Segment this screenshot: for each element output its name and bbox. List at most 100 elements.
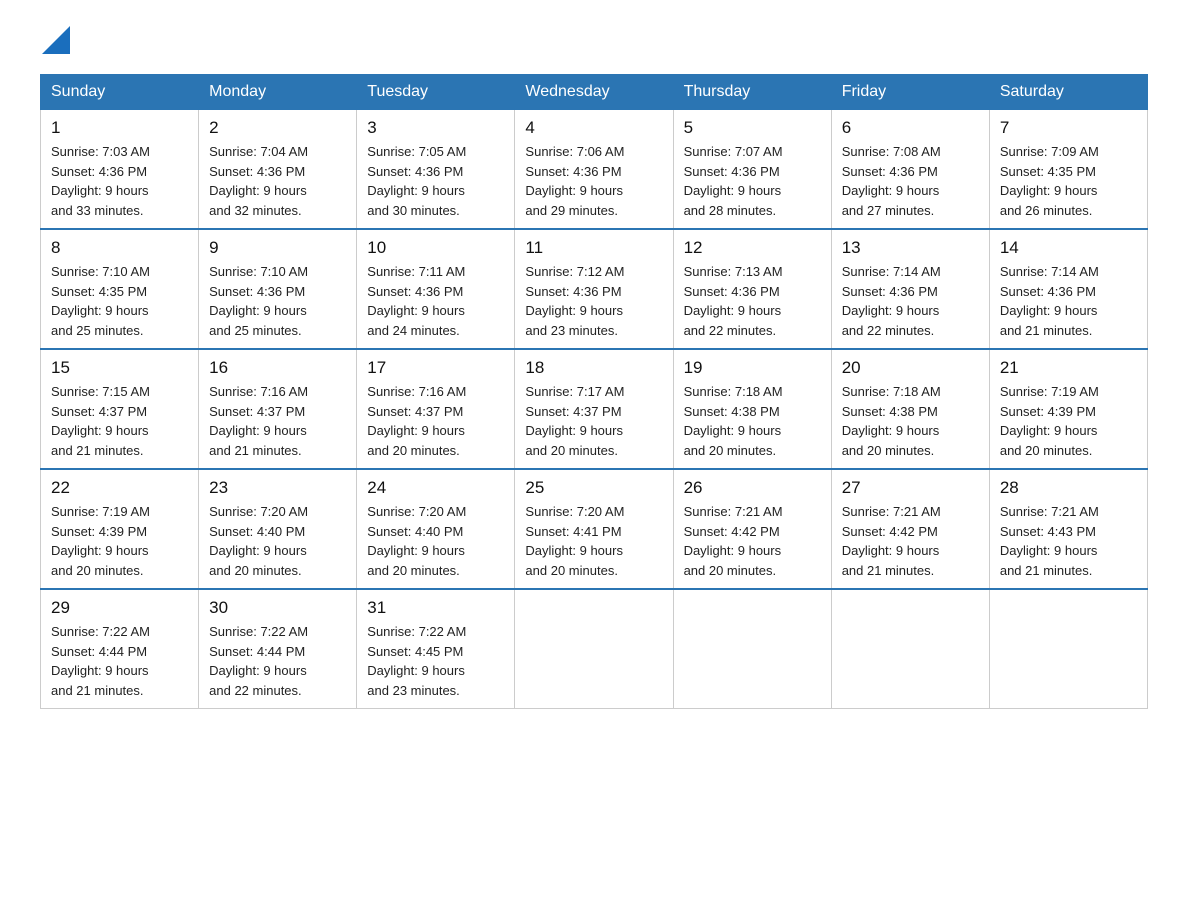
calendar-cell: 29 Sunrise: 7:22 AMSunset: 4:44 PMDaylig… bbox=[41, 589, 199, 709]
calendar-week-row: 15 Sunrise: 7:15 AMSunset: 4:37 PMDaylig… bbox=[41, 349, 1148, 469]
calendar-cell: 13 Sunrise: 7:14 AMSunset: 4:36 PMDaylig… bbox=[831, 229, 989, 349]
calendar-cell: 27 Sunrise: 7:21 AMSunset: 4:42 PMDaylig… bbox=[831, 469, 989, 589]
day-info: Sunrise: 7:11 AMSunset: 4:36 PMDaylight:… bbox=[367, 264, 465, 338]
calendar-cell: 11 Sunrise: 7:12 AMSunset: 4:36 PMDaylig… bbox=[515, 229, 673, 349]
calendar-cell bbox=[673, 589, 831, 709]
calendar-cell bbox=[515, 589, 673, 709]
calendar-cell: 22 Sunrise: 7:19 AMSunset: 4:39 PMDaylig… bbox=[41, 469, 199, 589]
calendar-cell: 16 Sunrise: 7:16 AMSunset: 4:37 PMDaylig… bbox=[199, 349, 357, 469]
day-info: Sunrise: 7:22 AMSunset: 4:44 PMDaylight:… bbox=[51, 624, 150, 698]
day-number: 16 bbox=[209, 358, 346, 378]
day-info: Sunrise: 7:13 AMSunset: 4:36 PMDaylight:… bbox=[684, 264, 783, 338]
day-number: 18 bbox=[525, 358, 662, 378]
column-header-tuesday: Tuesday bbox=[357, 75, 515, 110]
day-number: 11 bbox=[525, 238, 662, 258]
calendar-cell: 14 Sunrise: 7:14 AMSunset: 4:36 PMDaylig… bbox=[989, 229, 1147, 349]
day-number: 14 bbox=[1000, 238, 1137, 258]
calendar-cell bbox=[831, 589, 989, 709]
column-header-saturday: Saturday bbox=[989, 75, 1147, 110]
calendar-cell bbox=[989, 589, 1147, 709]
day-info: Sunrise: 7:09 AMSunset: 4:35 PMDaylight:… bbox=[1000, 144, 1099, 218]
day-number: 25 bbox=[525, 478, 662, 498]
day-info: Sunrise: 7:06 AMSunset: 4:36 PMDaylight:… bbox=[525, 144, 624, 218]
calendar-cell: 18 Sunrise: 7:17 AMSunset: 4:37 PMDaylig… bbox=[515, 349, 673, 469]
day-info: Sunrise: 7:05 AMSunset: 4:36 PMDaylight:… bbox=[367, 144, 466, 218]
day-number: 29 bbox=[51, 598, 188, 618]
column-header-sunday: Sunday bbox=[41, 75, 199, 110]
logo bbox=[40, 30, 70, 54]
calendar-cell: 23 Sunrise: 7:20 AMSunset: 4:40 PMDaylig… bbox=[199, 469, 357, 589]
day-info: Sunrise: 7:21 AMSunset: 4:43 PMDaylight:… bbox=[1000, 504, 1099, 578]
day-info: Sunrise: 7:03 AMSunset: 4:36 PMDaylight:… bbox=[51, 144, 150, 218]
calendar-cell: 28 Sunrise: 7:21 AMSunset: 4:43 PMDaylig… bbox=[989, 469, 1147, 589]
day-number: 22 bbox=[51, 478, 188, 498]
day-info: Sunrise: 7:04 AMSunset: 4:36 PMDaylight:… bbox=[209, 144, 308, 218]
calendar-cell: 10 Sunrise: 7:11 AMSunset: 4:36 PMDaylig… bbox=[357, 229, 515, 349]
day-info: Sunrise: 7:21 AMSunset: 4:42 PMDaylight:… bbox=[684, 504, 783, 578]
day-info: Sunrise: 7:20 AMSunset: 4:40 PMDaylight:… bbox=[209, 504, 308, 578]
calendar-cell: 3 Sunrise: 7:05 AMSunset: 4:36 PMDayligh… bbox=[357, 110, 515, 230]
day-number: 31 bbox=[367, 598, 504, 618]
day-number: 2 bbox=[209, 118, 346, 138]
calendar-cell: 30 Sunrise: 7:22 AMSunset: 4:44 PMDaylig… bbox=[199, 589, 357, 709]
calendar-cell: 25 Sunrise: 7:20 AMSunset: 4:41 PMDaylig… bbox=[515, 469, 673, 589]
calendar-cell: 2 Sunrise: 7:04 AMSunset: 4:36 PMDayligh… bbox=[199, 110, 357, 230]
day-number: 15 bbox=[51, 358, 188, 378]
day-number: 23 bbox=[209, 478, 346, 498]
calendar-cell: 8 Sunrise: 7:10 AMSunset: 4:35 PMDayligh… bbox=[41, 229, 199, 349]
calendar-header-row: SundayMondayTuesdayWednesdayThursdayFrid… bbox=[41, 75, 1148, 110]
calendar-cell: 19 Sunrise: 7:18 AMSunset: 4:38 PMDaylig… bbox=[673, 349, 831, 469]
day-number: 17 bbox=[367, 358, 504, 378]
day-number: 12 bbox=[684, 238, 821, 258]
day-info: Sunrise: 7:07 AMSunset: 4:36 PMDaylight:… bbox=[684, 144, 783, 218]
day-number: 19 bbox=[684, 358, 821, 378]
day-number: 9 bbox=[209, 238, 346, 258]
day-info: Sunrise: 7:20 AMSunset: 4:40 PMDaylight:… bbox=[367, 504, 466, 578]
calendar-cell: 7 Sunrise: 7:09 AMSunset: 4:35 PMDayligh… bbox=[989, 110, 1147, 230]
day-number: 6 bbox=[842, 118, 979, 138]
day-number: 27 bbox=[842, 478, 979, 498]
calendar-cell: 12 Sunrise: 7:13 AMSunset: 4:36 PMDaylig… bbox=[673, 229, 831, 349]
day-info: Sunrise: 7:17 AMSunset: 4:37 PMDaylight:… bbox=[525, 384, 624, 458]
day-info: Sunrise: 7:20 AMSunset: 4:41 PMDaylight:… bbox=[525, 504, 624, 578]
day-number: 5 bbox=[684, 118, 821, 138]
day-number: 1 bbox=[51, 118, 188, 138]
calendar-cell: 21 Sunrise: 7:19 AMSunset: 4:39 PMDaylig… bbox=[989, 349, 1147, 469]
calendar-cell: 4 Sunrise: 7:06 AMSunset: 4:36 PMDayligh… bbox=[515, 110, 673, 230]
day-number: 7 bbox=[1000, 118, 1137, 138]
day-info: Sunrise: 7:14 AMSunset: 4:36 PMDaylight:… bbox=[842, 264, 941, 338]
calendar-cell: 26 Sunrise: 7:21 AMSunset: 4:42 PMDaylig… bbox=[673, 469, 831, 589]
day-number: 13 bbox=[842, 238, 979, 258]
calendar-cell: 1 Sunrise: 7:03 AMSunset: 4:36 PMDayligh… bbox=[41, 110, 199, 230]
calendar-table: SundayMondayTuesdayWednesdayThursdayFrid… bbox=[40, 74, 1148, 709]
day-info: Sunrise: 7:16 AMSunset: 4:37 PMDaylight:… bbox=[367, 384, 466, 458]
calendar-week-row: 22 Sunrise: 7:19 AMSunset: 4:39 PMDaylig… bbox=[41, 469, 1148, 589]
calendar-cell: 24 Sunrise: 7:20 AMSunset: 4:40 PMDaylig… bbox=[357, 469, 515, 589]
day-number: 21 bbox=[1000, 358, 1137, 378]
day-info: Sunrise: 7:19 AMSunset: 4:39 PMDaylight:… bbox=[1000, 384, 1099, 458]
day-info: Sunrise: 7:15 AMSunset: 4:37 PMDaylight:… bbox=[51, 384, 150, 458]
day-info: Sunrise: 7:19 AMSunset: 4:39 PMDaylight:… bbox=[51, 504, 150, 578]
calendar-week-row: 1 Sunrise: 7:03 AMSunset: 4:36 PMDayligh… bbox=[41, 110, 1148, 230]
day-number: 10 bbox=[367, 238, 504, 258]
calendar-cell: 20 Sunrise: 7:18 AMSunset: 4:38 PMDaylig… bbox=[831, 349, 989, 469]
day-number: 20 bbox=[842, 358, 979, 378]
day-info: Sunrise: 7:14 AMSunset: 4:36 PMDaylight:… bbox=[1000, 264, 1099, 338]
calendar-cell: 17 Sunrise: 7:16 AMSunset: 4:37 PMDaylig… bbox=[357, 349, 515, 469]
day-info: Sunrise: 7:18 AMSunset: 4:38 PMDaylight:… bbox=[684, 384, 783, 458]
calendar-week-row: 29 Sunrise: 7:22 AMSunset: 4:44 PMDaylig… bbox=[41, 589, 1148, 709]
day-number: 3 bbox=[367, 118, 504, 138]
day-info: Sunrise: 7:10 AMSunset: 4:35 PMDaylight:… bbox=[51, 264, 150, 338]
day-info: Sunrise: 7:16 AMSunset: 4:37 PMDaylight:… bbox=[209, 384, 308, 458]
day-number: 26 bbox=[684, 478, 821, 498]
column-header-thursday: Thursday bbox=[673, 75, 831, 110]
day-number: 28 bbox=[1000, 478, 1137, 498]
column-header-monday: Monday bbox=[199, 75, 357, 110]
day-info: Sunrise: 7:22 AMSunset: 4:45 PMDaylight:… bbox=[367, 624, 466, 698]
day-info: Sunrise: 7:12 AMSunset: 4:36 PMDaylight:… bbox=[525, 264, 624, 338]
page-header bbox=[40, 30, 1148, 54]
day-info: Sunrise: 7:18 AMSunset: 4:38 PMDaylight:… bbox=[842, 384, 941, 458]
column-header-friday: Friday bbox=[831, 75, 989, 110]
day-number: 4 bbox=[525, 118, 662, 138]
day-number: 8 bbox=[51, 238, 188, 258]
